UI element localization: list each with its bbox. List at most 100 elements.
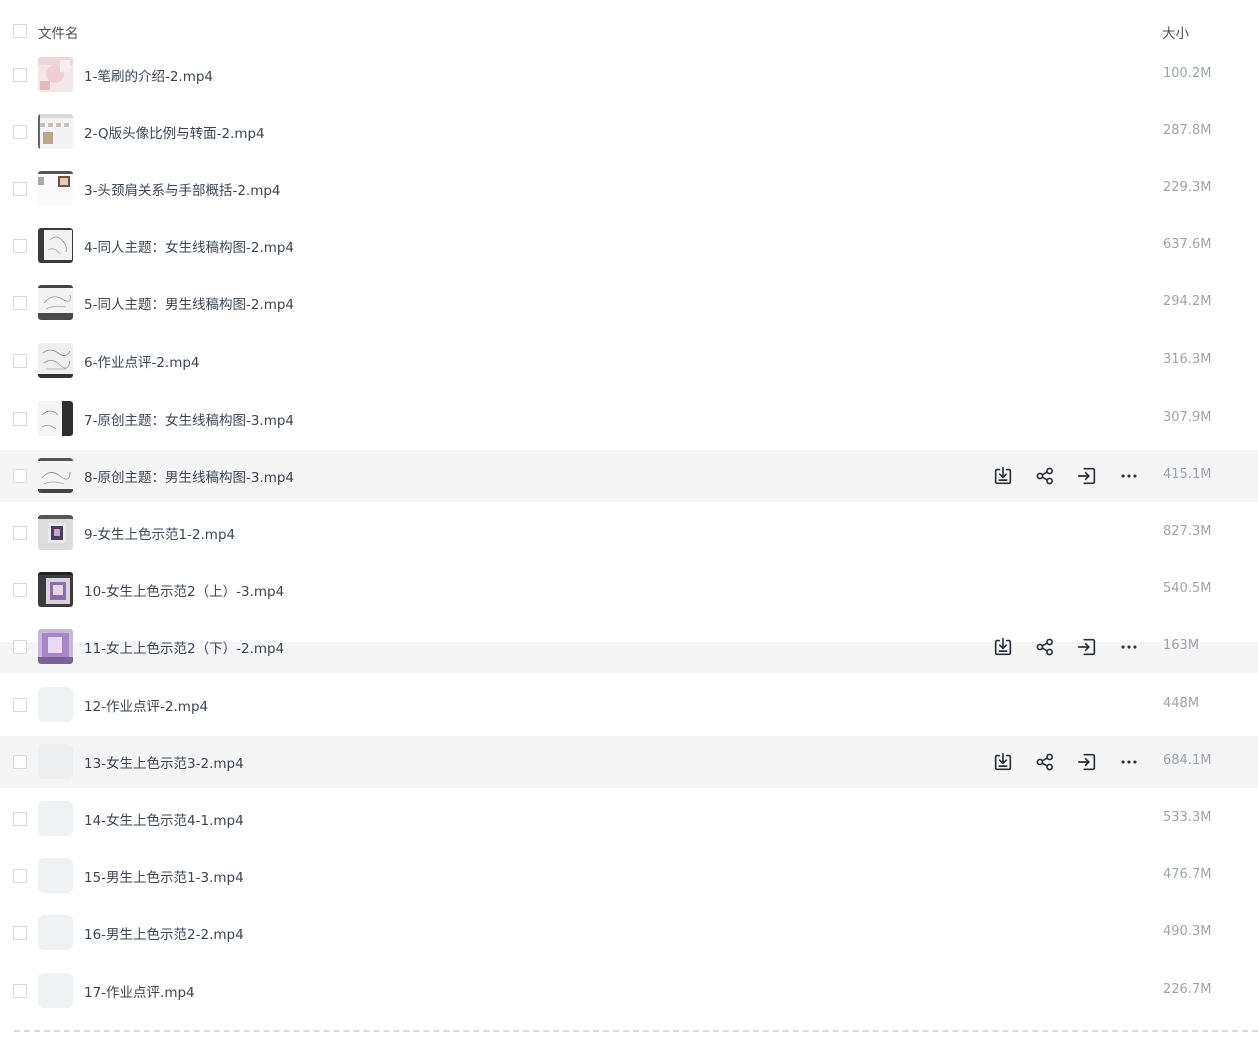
video-thumbnail (38, 171, 73, 206)
file-size: 229.3M (1163, 180, 1212, 195)
video-thumbnail (38, 572, 73, 607)
video-thumbnail-placeholder (38, 915, 73, 950)
row-checkbox[interactable] (13, 755, 27, 769)
more-icon[interactable] (1117, 635, 1141, 659)
row-checkbox[interactable] (13, 354, 27, 368)
file-name[interactable]: 10-女生上色示范2（上）-3.mp4 (84, 580, 284, 600)
video-thumbnail (38, 515, 73, 550)
file-row[interactable]: 15-男生上色示范1-3.mp4 476.7M (0, 850, 1258, 902)
file-row[interactable]: 9-女生上色示范1-2.mp4 827.3M (0, 507, 1258, 559)
file-name[interactable]: 12-作业点评-2.mp4 (84, 695, 208, 715)
row-checkbox[interactable] (13, 869, 27, 883)
file-size: 307.9M (1163, 410, 1212, 425)
more-icon[interactable] (1117, 464, 1141, 488)
row-checkbox[interactable] (13, 812, 27, 826)
file-row[interactable]: 12-作业点评-2.mp4 448M (0, 679, 1258, 731)
video-thumbnail (38, 57, 73, 92)
file-name[interactable]: 13-女生上色示范3-2.mp4 (84, 752, 244, 772)
more-icon[interactable] (1117, 750, 1141, 774)
row-checkbox[interactable] (13, 125, 27, 139)
file-size: 316.3M (1163, 352, 1212, 367)
video-thumbnail (38, 629, 73, 664)
file-size: 163M (1163, 638, 1200, 653)
file-size: 226.7M (1163, 982, 1212, 997)
file-row[interactable]: 6-作业点评-2.mp4 316.3M (0, 335, 1258, 387)
download-icon[interactable] (991, 635, 1015, 659)
file-row[interactable]: 11-女上上色示范2（下）-2.mp4 163M (0, 621, 1258, 673)
column-header-size[interactable]: 大小 (1162, 22, 1189, 42)
move-to-icon[interactable] (1075, 750, 1099, 774)
file-size: 684.1M (1163, 753, 1212, 768)
file-name[interactable]: 15-男生上色示范1-3.mp4 (84, 866, 244, 886)
file-name[interactable]: 17-作业点评.mp4 (84, 981, 195, 1001)
file-row[interactable]: 8-原创主题：男生线稿构图-3.mp4 415.1M (0, 450, 1258, 502)
file-name[interactable]: 3-头颈肩关系与手部概括-2.mp4 (84, 179, 281, 199)
move-to-icon[interactable] (1075, 635, 1099, 659)
list-header: 文件名 大小 (0, 13, 1258, 49)
file-size: 533.3M (1163, 810, 1212, 825)
file-row[interactable]: 3-头颈肩关系与手部概括-2.mp4 229.3M (0, 163, 1258, 215)
file-row[interactable]: 1-笔刷的介绍-2.mp4 100.2M (0, 49, 1258, 101)
video-thumbnail (38, 343, 73, 378)
file-row[interactable]: 5-同人主题：男生线稿构图-2.mp4 294.2M (0, 277, 1258, 329)
file-name[interactable]: 5-同人主题：男生线稿构图-2.mp4 (84, 293, 294, 313)
file-row[interactable]: 14-女生上色示范4-1.mp4 533.3M (0, 793, 1258, 845)
download-icon[interactable] (991, 750, 1015, 774)
file-name[interactable]: 1-笔刷的介绍-2.mp4 (84, 65, 213, 85)
file-size: 827.3M (1163, 524, 1212, 539)
row-checkbox[interactable] (13, 640, 27, 654)
row-checkbox[interactable] (13, 182, 27, 196)
file-name[interactable]: 16-男生上色示范2-2.mp4 (84, 923, 244, 943)
row-checkbox[interactable] (13, 926, 27, 940)
row-checkbox[interactable] (13, 984, 27, 998)
select-all-checkbox[interactable] (13, 24, 27, 38)
file-size: 294.2M (1163, 294, 1212, 309)
share-icon[interactable] (1033, 750, 1057, 774)
file-name[interactable]: 7-原创主题：女生线稿构图-3.mp4 (84, 409, 294, 429)
file-row[interactable]: 17-作业点评.mp4 226.7M (0, 965, 1258, 1017)
share-icon[interactable] (1033, 635, 1057, 659)
file-size: 476.7M (1163, 867, 1212, 882)
file-row[interactable]: 7-原创主题：女生线稿构图-3.mp4 307.9M (0, 393, 1258, 445)
drop-zone-border (14, 1030, 1258, 1032)
file-name[interactable]: 4-同人主题：女生线稿构图-2.mp4 (84, 236, 294, 256)
row-checkbox[interactable] (13, 296, 27, 310)
row-checkbox[interactable] (13, 239, 27, 253)
column-header-name[interactable]: 文件名 (38, 22, 79, 42)
row-checkbox[interactable] (13, 68, 27, 82)
file-row[interactable]: 16-男生上色示范2-2.mp4 490.3M (0, 907, 1258, 959)
video-thumbnail-placeholder (38, 687, 73, 722)
file-size: 287.8M (1163, 123, 1212, 138)
video-thumbnail-placeholder (38, 858, 73, 893)
file-row[interactable]: 10-女生上色示范2（上）-3.mp4 540.5M (0, 564, 1258, 616)
video-thumbnail (38, 114, 73, 149)
move-to-icon[interactable] (1075, 464, 1099, 488)
video-thumbnail (38, 228, 73, 263)
file-name[interactable]: 6-作业点评-2.mp4 (84, 351, 200, 371)
file-row[interactable]: 4-同人主题：女生线稿构图-2.mp4 637.6M (0, 220, 1258, 272)
video-thumbnail (38, 285, 73, 320)
file-size: 490.3M (1163, 924, 1212, 939)
download-icon[interactable] (991, 464, 1015, 488)
video-thumbnail-placeholder (38, 744, 73, 779)
row-checkbox[interactable] (13, 526, 27, 540)
file-size: 448M (1163, 696, 1200, 711)
file-size: 540.5M (1163, 581, 1212, 596)
file-name[interactable]: 9-女生上色示范1-2.mp4 (84, 523, 235, 543)
row-checkbox[interactable] (13, 469, 27, 483)
row-checkbox[interactable] (13, 698, 27, 712)
video-thumbnail (38, 458, 73, 493)
video-thumbnail-placeholder (38, 973, 73, 1008)
file-row[interactable]: 2-Q版头像比例与转面-2.mp4 287.8M (0, 106, 1258, 158)
file-row[interactable]: 13-女生上色示范3-2.mp4 684.1M (0, 736, 1258, 788)
video-thumbnail (38, 401, 73, 436)
share-icon[interactable] (1033, 464, 1057, 488)
file-list: 文件名 大小 1-笔刷的介绍-2.mp4 100.2M 2-Q版头像比例与转面-… (0, 0, 1258, 1039)
file-size: 637.6M (1163, 237, 1212, 252)
file-name[interactable]: 11-女上上色示范2（下）-2.mp4 (84, 637, 284, 657)
row-checkbox[interactable] (13, 412, 27, 426)
file-name[interactable]: 2-Q版头像比例与转面-2.mp4 (84, 122, 265, 142)
file-name[interactable]: 8-原创主题：男生线稿构图-3.mp4 (84, 466, 294, 486)
file-name[interactable]: 14-女生上色示范4-1.mp4 (84, 809, 244, 829)
row-checkbox[interactable] (13, 583, 27, 597)
